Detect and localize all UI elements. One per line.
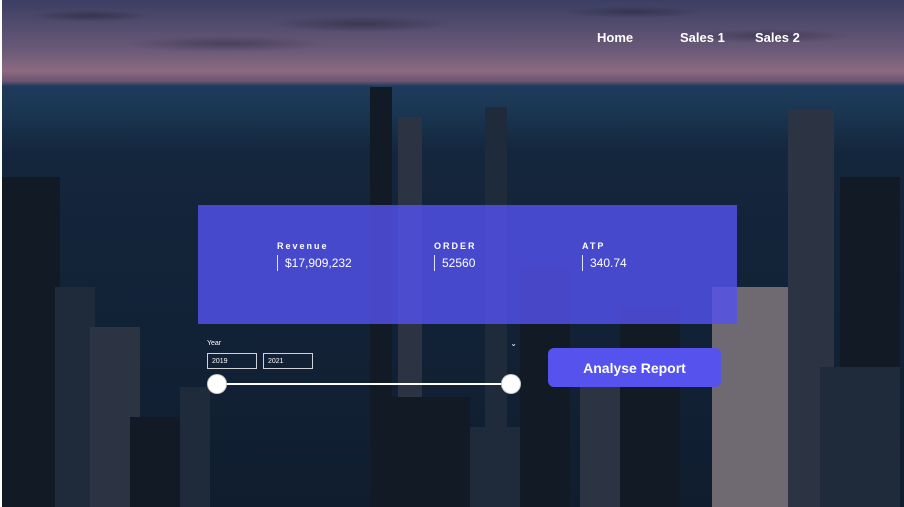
kpi-atp: ATP 340.74 <box>582 241 627 271</box>
slicer-title: Year <box>207 340 222 347</box>
left-border <box>0 0 2 507</box>
kpi-order-label: ORDER <box>434 241 477 251</box>
kpi-atp-value: 340.74 <box>582 255 627 271</box>
kpi-order-value: 52560 <box>434 255 477 271</box>
top-nav: Home Sales 1 Sales 2 <box>0 30 904 46</box>
kpi-order: ORDER 52560 <box>434 241 477 271</box>
slider-track[interactable] <box>217 383 511 385</box>
kpi-revenue: Revenue $17,909,232 <box>277 241 352 271</box>
year-end-input[interactable]: 2021 <box>263 353 313 369</box>
year-start-input[interactable]: 2019 <box>207 353 257 369</box>
nav-home[interactable]: Home <box>597 30 633 45</box>
nav-sales-1[interactable]: Sales 1 <box>680 30 725 45</box>
slider-start-handle[interactable] <box>208 375 226 393</box>
kpi-atp-label: ATP <box>582 241 606 251</box>
kpi-revenue-value: $17,909,232 <box>277 255 352 271</box>
analyse-report-button[interactable]: Analyse Report <box>548 348 721 387</box>
kpi-card: Revenue $17,909,232 ORDER 52560 ATP 340.… <box>198 205 737 324</box>
year-slicer: Year ⌄ 2019 2021 <box>207 339 520 400</box>
chevron-down-icon[interactable]: ⌄ <box>510 339 517 348</box>
slider-end-handle[interactable] <box>502 375 520 393</box>
kpi-revenue-label: Revenue <box>277 241 329 251</box>
nav-sales-2[interactable]: Sales 2 <box>755 30 800 45</box>
